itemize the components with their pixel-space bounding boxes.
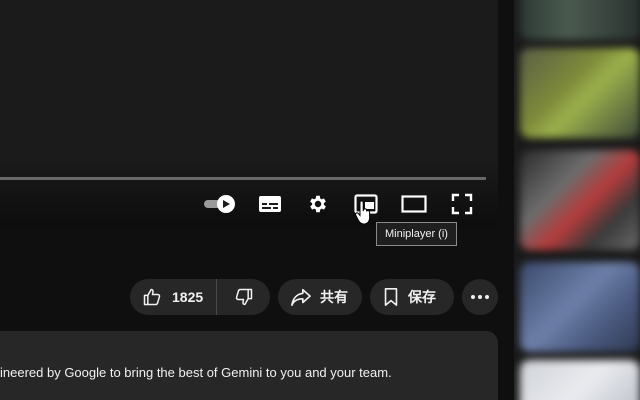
theater-mode-icon <box>401 195 427 213</box>
settings-button[interactable] <box>302 188 334 220</box>
video-actions: 1825 共有 保存 <box>0 279 500 315</box>
player-controls <box>0 180 498 228</box>
fullscreen-button[interactable] <box>446 188 478 220</box>
hand-cursor-icon <box>355 200 371 225</box>
like-dislike-group: 1825 <box>130 279 270 315</box>
video-player[interactable] <box>0 0 498 228</box>
description-text: ineered by Google to bring the best of G… <box>0 365 392 380</box>
like-button[interactable]: 1825 <box>130 279 217 315</box>
subtitles-button[interactable] <box>254 188 286 220</box>
save-button[interactable]: 保存 <box>370 279 454 315</box>
share-icon <box>291 288 311 306</box>
recommendation-thumbnail[interactable] <box>520 262 640 352</box>
share-label: 共有 <box>320 290 348 306</box>
like-count: 1825 <box>172 289 204 305</box>
recommendation-thumbnail[interactable] <box>520 150 640 250</box>
recommendation-thumbnail[interactable] <box>520 48 640 138</box>
autoplay-toggle-icon <box>204 195 235 213</box>
dislike-button[interactable] <box>217 279 270 315</box>
more-actions-button[interactable] <box>462 279 498 315</box>
gear-icon <box>310 195 326 213</box>
watch-page: Miniplayer (i) 1825 共有 保存 ineered by Goo… <box>0 0 640 400</box>
description-box[interactable]: ineered by Google to bring the best of G… <box>0 331 498 400</box>
save-label: 保存 <box>408 290 436 306</box>
recommendations-sidebar <box>514 0 640 400</box>
subtitles-icon <box>259 196 281 212</box>
bookmark-icon <box>384 288 398 306</box>
recommendation-thumbnail[interactable] <box>520 360 640 400</box>
thumbs-up-icon <box>143 288 161 306</box>
autoplay-toggle[interactable] <box>200 188 240 220</box>
miniplayer-tooltip: Miniplayer (i) <box>376 222 457 246</box>
fullscreen-icon <box>451 193 473 215</box>
theater-mode-button[interactable] <box>398 188 430 220</box>
share-button[interactable]: 共有 <box>278 279 362 315</box>
thumbs-down-icon <box>235 288 252 306</box>
more-horizontal-icon <box>471 295 489 299</box>
recommendation-thumbnail[interactable] <box>520 0 640 40</box>
